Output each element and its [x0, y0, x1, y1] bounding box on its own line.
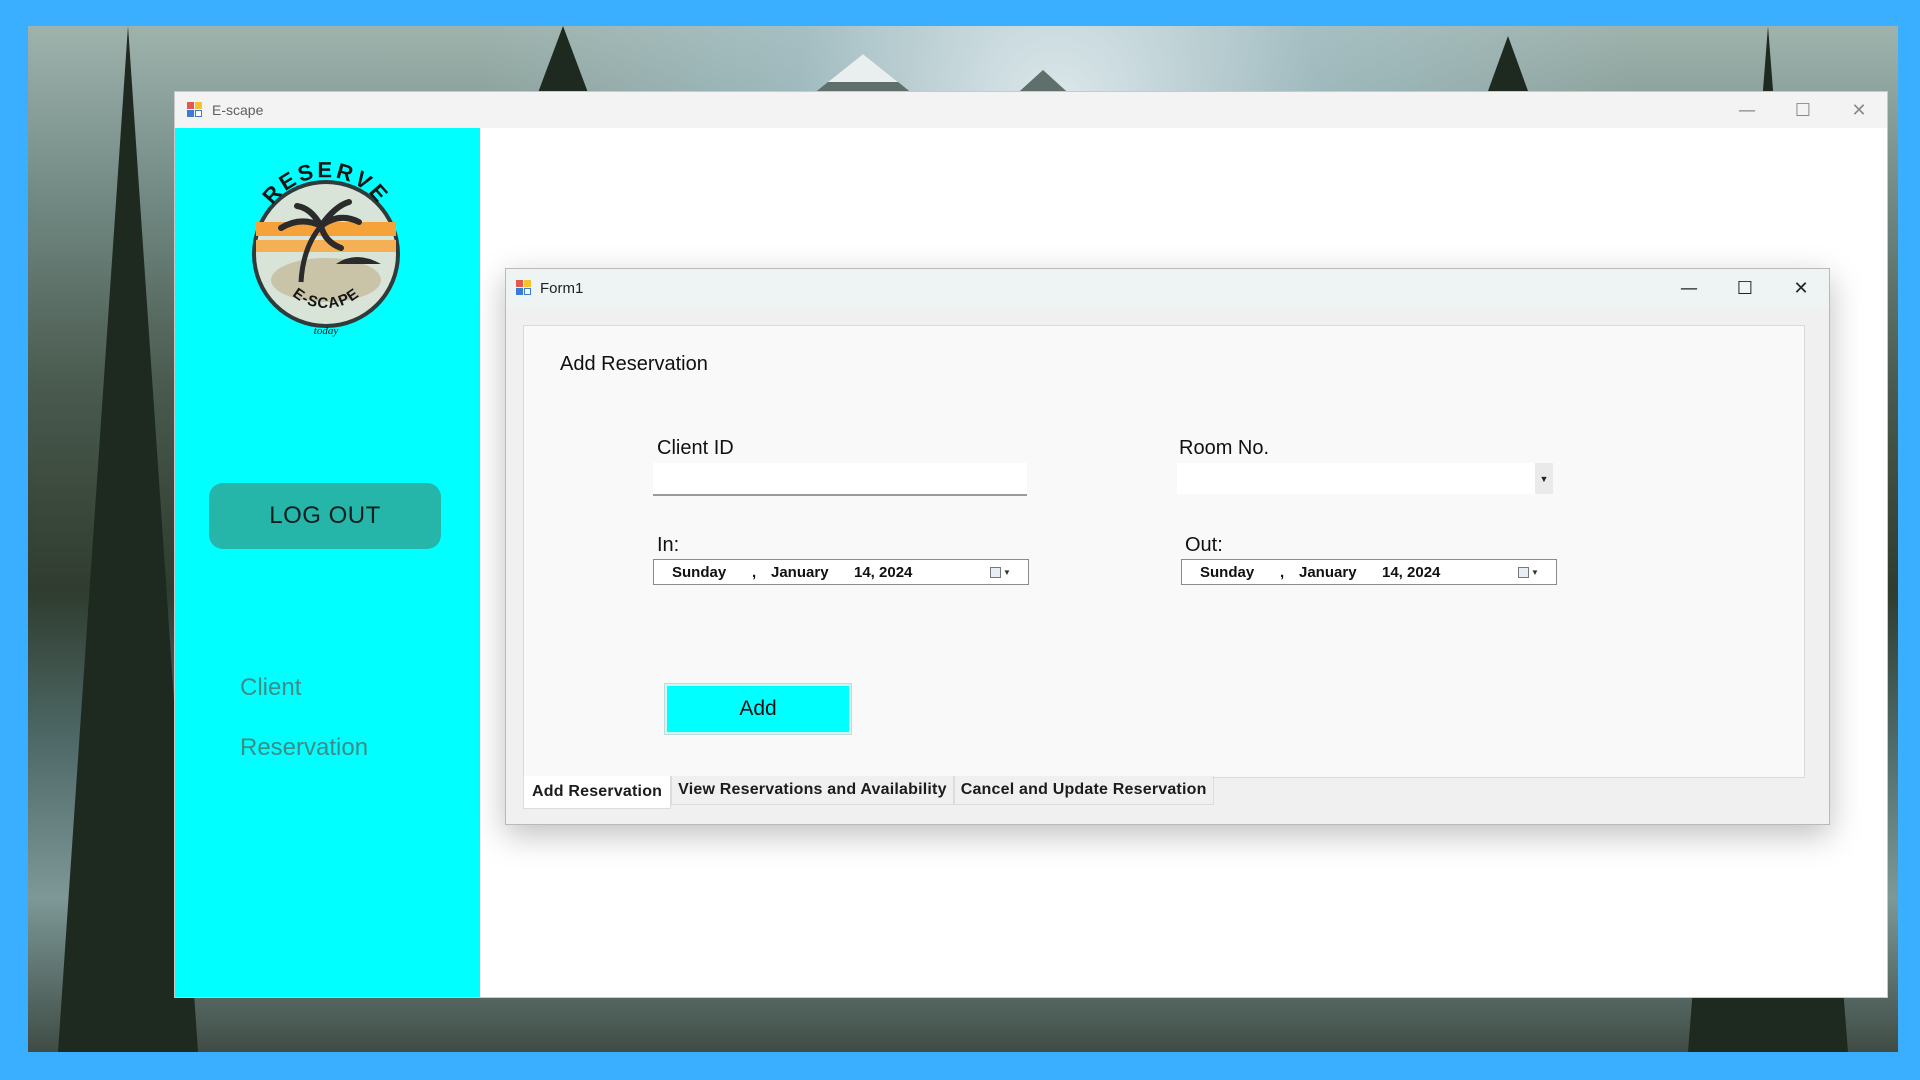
check-in-day: Sunday	[672, 564, 727, 581]
sidebar-item-reservation[interactable]: Reservation	[240, 734, 368, 762]
maximize-icon[interactable]: ☐	[1775, 92, 1831, 128]
mountain-snow	[828, 54, 898, 82]
window-controls: — ☐ ✕	[1719, 92, 1887, 128]
check-out-datepicker[interactable]: Sunday , January 14, 2024 ▼	[1181, 559, 1557, 585]
main-window-title: E-scape	[212, 102, 264, 118]
logout-button[interactable]: LOG OUT	[209, 483, 441, 549]
form-window: Form1 — ☐ ✕ Add Reservation Client ID Ro…	[505, 268, 1830, 825]
form-window-controls: — ☐ ✕	[1661, 269, 1829, 307]
check-out-date: 14, 2024	[1382, 564, 1441, 581]
check-out-month: January	[1299, 564, 1357, 581]
panel-title: Add Reservation	[560, 353, 708, 375]
out-label: Out:	[1185, 534, 1223, 556]
form-icon	[516, 280, 532, 296]
chevron-down-icon[interactable]: ▼	[1535, 463, 1553, 494]
app-icon	[187, 102, 203, 118]
sidebar-item-client[interactable]: Client	[240, 674, 301, 702]
minimize-icon[interactable]: —	[1719, 92, 1775, 128]
check-in-month: January	[771, 564, 829, 581]
sidebar: RESERVE E-SCAPE today LOG OUT Client Res…	[175, 128, 480, 997]
maximize-icon[interactable]: ☐	[1717, 269, 1773, 307]
close-icon[interactable]: ✕	[1831, 92, 1887, 128]
check-out-sep: ,	[1280, 564, 1285, 581]
form-window-title: Form1	[540, 279, 584, 297]
tab-add-reservation[interactable]: Add Reservation	[523, 776, 672, 809]
reserve-escape-logo: RESERVE E-SCAPE today	[252, 157, 400, 337]
tabstrip: Add Reservation View Reservations and Av…	[523, 776, 1214, 809]
minimize-icon[interactable]: —	[1661, 269, 1717, 307]
in-label: In:	[657, 534, 680, 556]
add-button[interactable]: Add	[664, 683, 852, 735]
logo-tagline: today	[314, 325, 339, 337]
check-out-day: Sunday	[1200, 564, 1255, 581]
calendar-icon[interactable]: ▼	[1518, 566, 1542, 579]
check-in-sep: ,	[752, 564, 757, 581]
check-in-date: 14, 2024	[854, 564, 913, 581]
client-id-label: Client ID	[657, 437, 734, 459]
check-in-datepicker[interactable]: Sunday , January 14, 2024 ▼	[653, 559, 1029, 585]
add-reservation-panel: Add Reservation Client ID Room No. ▼ In:…	[523, 325, 1805, 778]
room-no-label: Room No.	[1179, 437, 1270, 459]
form-titlebar[interactable]: Form1 — ☐ ✕	[506, 269, 1829, 307]
client-id-input[interactable]	[653, 463, 1027, 496]
main-titlebar[interactable]: E-scape — ☐ ✕	[175, 92, 1887, 128]
tab-cancel-update-reservation[interactable]: Cancel and Update Reservation	[953, 776, 1214, 805]
calendar-icon[interactable]: ▼	[990, 566, 1014, 579]
close-icon[interactable]: ✕	[1773, 269, 1829, 307]
room-no-select[interactable]: ▼	[1177, 463, 1553, 494]
tab-view-reservations[interactable]: View Reservations and Availability	[671, 776, 954, 805]
